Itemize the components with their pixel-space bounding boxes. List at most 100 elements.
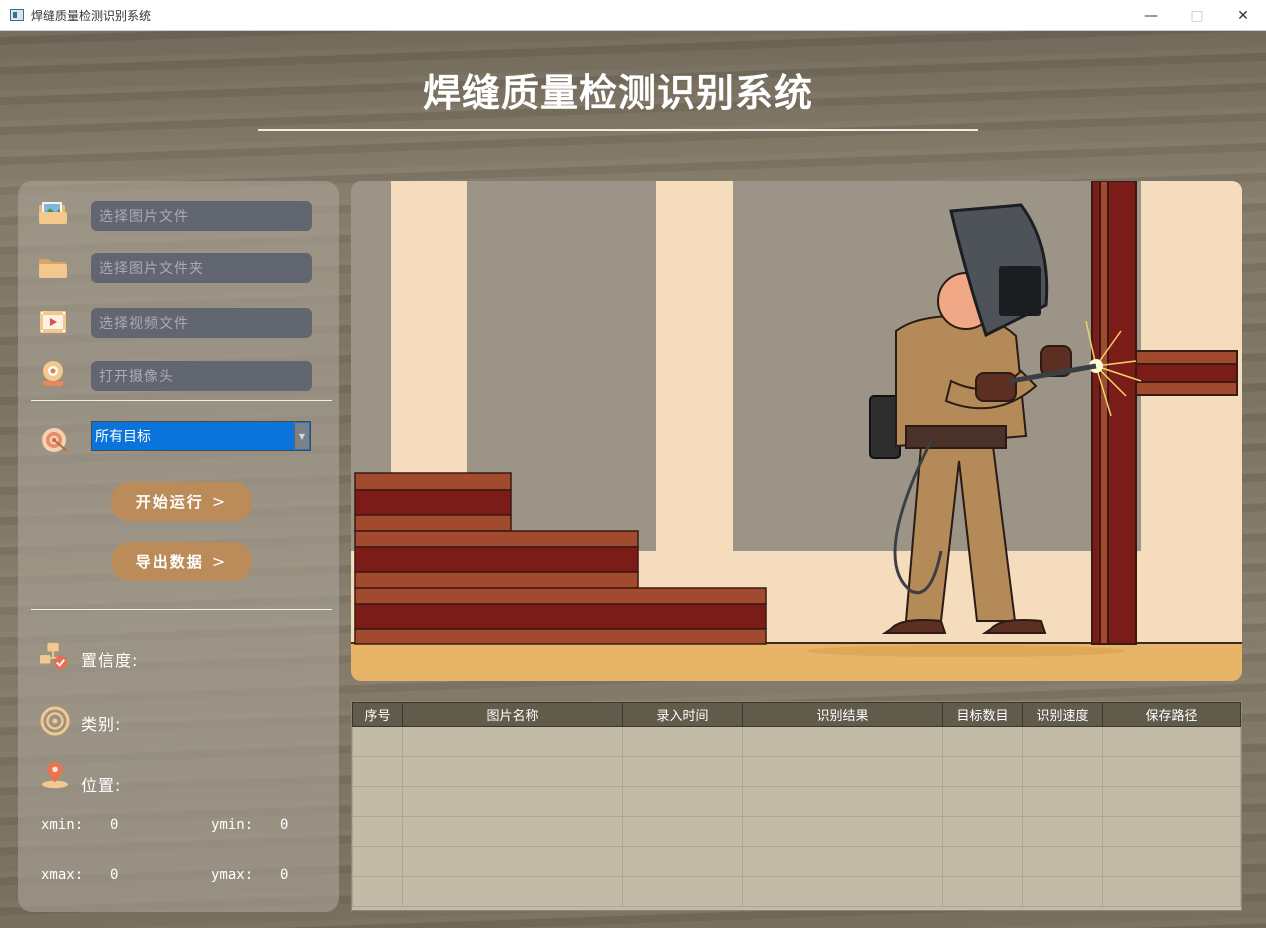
table-cell[interactable] (742, 726, 943, 757)
table-cell[interactable] (1022, 846, 1103, 877)
table-cell[interactable] (622, 786, 743, 817)
column-header-result[interactable]: 识别结果 (742, 702, 943, 727)
export-button[interactable]: 导出数据 > (111, 542, 252, 581)
class-icon (40, 706, 70, 736)
table-cell[interactable] (1102, 756, 1241, 787)
minimize-icon[interactable]: — (1128, 0, 1174, 31)
table-cell[interactable] (402, 816, 623, 847)
table-row[interactable] (352, 846, 1241, 877)
table-cell[interactable] (742, 876, 943, 907)
export-button-label: 导出数据 (135, 553, 204, 571)
chevron-right-icon: > (211, 552, 228, 571)
table-cell[interactable] (352, 726, 403, 757)
video-file-input[interactable]: 选择视频文件 (91, 308, 312, 338)
xmin-label: xmin: (41, 817, 84, 833)
image-folder-input[interactable]: 选择图片文件夹 (91, 253, 312, 283)
table-cell[interactable] (942, 876, 1023, 907)
table-row[interactable] (352, 756, 1241, 787)
camera-icon[interactable] (38, 359, 68, 389)
table-cell[interactable] (1102, 726, 1241, 757)
table-cell[interactable] (1102, 786, 1241, 817)
page-title: 焊缝质量检测识别系统 (422, 71, 813, 115)
table-cell[interactable] (942, 786, 1023, 817)
chevron-right-icon: > (211, 492, 228, 511)
column-header-speed[interactable]: 识别速度 (1022, 702, 1103, 727)
table-row[interactable] (352, 726, 1241, 757)
chevron-down-icon[interactable]: ▼ (294, 423, 309, 449)
table-cell[interactable] (1102, 816, 1241, 847)
title-underline (258, 129, 978, 131)
window-title: 焊缝质量检测识别系统 (31, 8, 152, 23)
divider (31, 609, 332, 610)
image-file-icon[interactable] (38, 199, 68, 229)
confidence-icon (39, 642, 68, 670)
video-icon[interactable] (38, 307, 68, 337)
table-cell[interactable] (1022, 786, 1103, 817)
table-cell[interactable] (352, 846, 403, 877)
table-cell[interactable] (1022, 756, 1103, 787)
app-icon (10, 9, 24, 21)
camera-input[interactable]: 打开摄像头 (91, 361, 312, 391)
column-header-target-count[interactable]: 目标数目 (942, 702, 1023, 727)
column-header-image-name[interactable]: 图片名称 (402, 702, 623, 727)
image-file-input[interactable]: 选择图片文件 (91, 201, 312, 231)
table-cell[interactable] (622, 726, 743, 757)
table-cell[interactable] (622, 816, 743, 847)
table-body (352, 726, 1241, 907)
column-header-record-time[interactable]: 录入时间 (622, 702, 743, 727)
target-icon (42, 428, 68, 452)
table-cell[interactable] (742, 786, 943, 817)
location-pin-icon (41, 761, 69, 789)
table-cell[interactable] (622, 756, 743, 787)
table-cell[interactable] (352, 816, 403, 847)
table-row[interactable] (352, 816, 1241, 847)
table-header-row: 序号 图片名称 录入时间 识别结果 目标数目 识别速度 保存路径 (352, 702, 1241, 727)
table-cell[interactable] (742, 846, 943, 877)
table-cell[interactable] (1102, 846, 1241, 877)
table-cell[interactable] (622, 876, 743, 907)
divider (31, 400, 332, 401)
table-cell[interactable] (402, 726, 623, 757)
column-header-index[interactable]: 序号 (352, 702, 403, 727)
table-cell[interactable] (402, 786, 623, 817)
table-cell[interactable] (1022, 876, 1103, 907)
table-cell[interactable] (402, 876, 623, 907)
table-cell[interactable] (942, 846, 1023, 877)
table-cell[interactable] (1022, 726, 1103, 757)
ymin-value: 0 (280, 817, 289, 833)
confidence-label: 置信度: (81, 651, 139, 670)
window-controls: — □ ✕ (1128, 0, 1266, 31)
table-cell[interactable] (942, 726, 1023, 757)
xmax-label: xmax: (41, 867, 84, 883)
start-button-label: 开始运行 (135, 493, 204, 511)
table-cell[interactable] (1102, 876, 1241, 907)
table-cell[interactable] (942, 756, 1023, 787)
results-table-grid: 序号 图片名称 录入时间 识别结果 目标数目 识别速度 保存路径 (352, 702, 1241, 907)
table-row[interactable] (352, 786, 1241, 817)
column-header-save-path[interactable]: 保存路径 (1102, 702, 1241, 727)
start-button[interactable]: 开始运行 > (111, 482, 252, 521)
table-cell[interactable] (1022, 816, 1103, 847)
ymin-label: ymin: (211, 817, 254, 833)
table-cell[interactable] (942, 816, 1023, 847)
maximize-icon: □ (1190, 7, 1204, 24)
table-cell[interactable] (402, 846, 623, 877)
xmax-value: 0 (110, 867, 119, 883)
table-cell[interactable] (402, 756, 623, 787)
results-table[interactable]: 序号 图片名称 录入时间 识别结果 目标数目 识别速度 保存路径 (351, 701, 1242, 911)
table-row[interactable] (352, 876, 1241, 907)
target-select-value: 所有目标 (95, 429, 151, 445)
table-cell[interactable] (352, 756, 403, 787)
table-cell[interactable] (352, 876, 403, 907)
ymax-value: 0 (280, 867, 289, 883)
table-cell[interactable] (742, 816, 943, 847)
close-icon[interactable]: ✕ (1220, 0, 1266, 31)
control-panel: 选择图片文件 选择图片文件夹 选择视频文件 打开摄像头 所有目标 ▼ 开始运行 … (18, 181, 339, 912)
folder-icon[interactable] (38, 252, 68, 282)
table-cell[interactable] (622, 846, 743, 877)
table-cell[interactable] (742, 756, 943, 787)
xmin-value: 0 (110, 817, 119, 833)
target-select[interactable]: 所有目标 ▼ (91, 421, 311, 451)
table-cell[interactable] (352, 786, 403, 817)
window-titlebar: 焊缝质量检测识别系统 — □ ✕ (0, 0, 1266, 31)
